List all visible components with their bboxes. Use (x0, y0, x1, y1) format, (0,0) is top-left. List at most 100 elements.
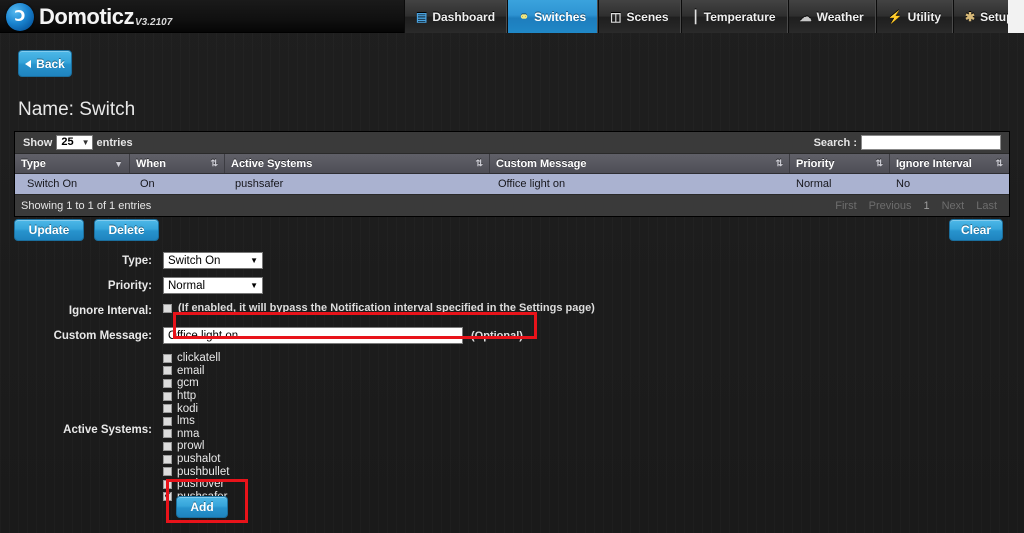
form-row-custom-message: Custom Message: Office light on (Optiona… (0, 327, 1024, 345)
system-item-kodi[interactable]: kodi (163, 402, 229, 415)
checkbox[interactable] (163, 454, 172, 464)
column-label: Priority (796, 157, 835, 170)
system-name: email (177, 364, 205, 377)
nav-label: Dashboard (432, 9, 496, 24)
checkbox[interactable] (163, 391, 172, 401)
nav-item-scenes[interactable]: ◫ Scenes (598, 0, 681, 33)
domoticz-app-window: Ɔ Domoticz V3.2107 ▤ Dashboard ⚭ Switche… (0, 0, 1024, 533)
system-item-prowl[interactable]: prowl (163, 440, 229, 453)
scenes-icon: ◫ (610, 9, 622, 24)
clear-button[interactable]: Clear (949, 219, 1003, 241)
entries-per-page-value: 25 (61, 136, 74, 148)
sort-icon: ⇅ (775, 158, 783, 168)
system-name: pushover (177, 478, 225, 491)
back-button[interactable]: Back (18, 50, 72, 77)
checkbox[interactable] (163, 490, 172, 502)
column-header-custom-message[interactable]: Custom Message ⇅ (490, 154, 790, 173)
active-systems-list: clickatell email gcm http kodi lms nma p… (163, 352, 229, 503)
nav-label: Temperature (703, 9, 776, 24)
priority-select[interactable]: Normal ▼ (163, 277, 263, 294)
system-item-email[interactable]: email (163, 365, 229, 378)
column-header-active-systems[interactable]: Active Systems ⇅ (225, 154, 490, 173)
top-navigation-bar: Ɔ Domoticz V3.2107 ▤ Dashboard ⚭ Switche… (0, 0, 1024, 33)
checkbox[interactable] (163, 416, 172, 426)
column-label: Custom Message (496, 157, 587, 170)
pagination-next[interactable]: Next (936, 200, 971, 212)
system-name: nma (177, 427, 200, 440)
system-item-nma[interactable]: nma (163, 428, 229, 441)
system-item-pushalot[interactable]: pushalot (163, 453, 229, 466)
delete-button[interactable]: Delete (94, 219, 159, 241)
ignore-interval-checkbox[interactable] (163, 303, 172, 313)
system-item-pushbullet[interactable]: pushbullet (163, 465, 229, 478)
table-header-row: Type ▼ When ⇅ Active Systems ⇅ Custom Me… (15, 154, 1009, 174)
type-select[interactable]: Switch On ▼ (163, 252, 263, 269)
update-button[interactable]: Update (14, 219, 84, 241)
checkbox[interactable] (163, 404, 172, 414)
column-label: When (136, 157, 166, 170)
brand-version: V3.2107 (135, 17, 173, 28)
form-row-active-systems: Active Systems: clickatell email gcm htt… (0, 352, 1024, 503)
nav-item-utility[interactable]: ⚡ Utility (875, 0, 954, 33)
nav-label: Switches (534, 9, 587, 24)
column-header-type[interactable]: Type ▼ (15, 154, 130, 173)
search-label: Search : (813, 136, 857, 149)
nav-item-dashboard[interactable]: ▤ Dashboard (404, 0, 508, 33)
add-button[interactable]: Add (176, 496, 228, 518)
checkbox[interactable] (163, 353, 172, 363)
back-button-label: Back (36, 56, 65, 71)
nav-item-temperature[interactable]: ⎮ Temperature (680, 0, 788, 33)
arrow-left-icon (25, 59, 32, 68)
column-label: Type (21, 157, 46, 170)
sort-icon: ⇅ (210, 158, 218, 168)
entries-per-page-select[interactable]: 25 ▼ (56, 135, 93, 150)
cell-ignore-interval: No (896, 178, 911, 190)
system-item-pushover[interactable]: pushover (163, 478, 229, 491)
pagination-previous[interactable]: Previous (863, 200, 918, 212)
system-item-http[interactable]: http (163, 390, 229, 403)
checkbox[interactable] (163, 366, 172, 376)
table-row[interactable]: Switch On On pushsafer Office light on N… (15, 174, 1009, 194)
checkbox[interactable] (163, 378, 172, 388)
column-header-when[interactable]: When ⇅ (130, 154, 225, 173)
system-name: pushbullet (177, 465, 230, 478)
checkbox[interactable] (163, 467, 172, 477)
pagination-first[interactable]: First (829, 200, 862, 212)
system-item-clickatell[interactable]: clickatell (163, 352, 229, 365)
sort-icon: ⇅ (875, 158, 883, 168)
priority-label: Priority: (107, 280, 152, 292)
search-input[interactable] (861, 135, 1001, 150)
system-item-gcm[interactable]: gcm (163, 377, 229, 390)
checkbox[interactable] (163, 429, 172, 439)
ignore-interval-hint: (If enabled, it will bypass the Notifica… (178, 302, 595, 314)
showing-entries-info: Showing 1 to 1 of 1 entries (21, 199, 152, 212)
system-item-lms[interactable]: lms (163, 415, 229, 428)
entries-label: entries (96, 136, 133, 149)
domoticz-logo-icon: Ɔ (6, 2, 34, 31)
nav-item-switches[interactable]: ⚭ Switches (507, 0, 599, 33)
dashboard-icon: ▤ (416, 9, 428, 24)
system-name: http (177, 390, 197, 403)
pagination-page-1[interactable]: 1 (917, 200, 935, 212)
system-name: pushalot (177, 453, 221, 466)
column-header-priority[interactable]: Priority ⇅ (790, 154, 890, 173)
page-title: Name: Switch (18, 99, 136, 120)
tools-icon: ✱ (965, 9, 976, 24)
column-header-ignore-interval[interactable]: Ignore Interval ⇅ (890, 154, 1009, 173)
topbar-right-filler (1008, 0, 1024, 33)
checkbox[interactable] (163, 441, 172, 451)
table-toolbar: Show 25 ▼ entries Search : (15, 132, 1009, 154)
show-label: Show (23, 136, 53, 149)
brand-logo-group[interactable]: Ɔ Domoticz V3.2107 (6, 1, 172, 32)
custom-message-input[interactable]: Office light on (163, 327, 463, 344)
table-length-control: Show 25 ▼ entries (23, 135, 133, 150)
pagination: First Previous 1 Next Last (829, 200, 1003, 212)
nav-item-weather[interactable]: ☁ Weather (787, 0, 876, 33)
priority-value: Normal (168, 279, 206, 292)
pagination-last[interactable]: Last (970, 200, 1003, 212)
nav-label: Utility (907, 9, 942, 24)
checkbox[interactable] (163, 479, 172, 489)
cell-priority: Normal (796, 178, 832, 190)
sort-icon: ⇅ (995, 158, 1003, 168)
main-menu: ▤ Dashboard ⚭ Switches ◫ Scenes ⎮ Temper… (404, 0, 1024, 33)
